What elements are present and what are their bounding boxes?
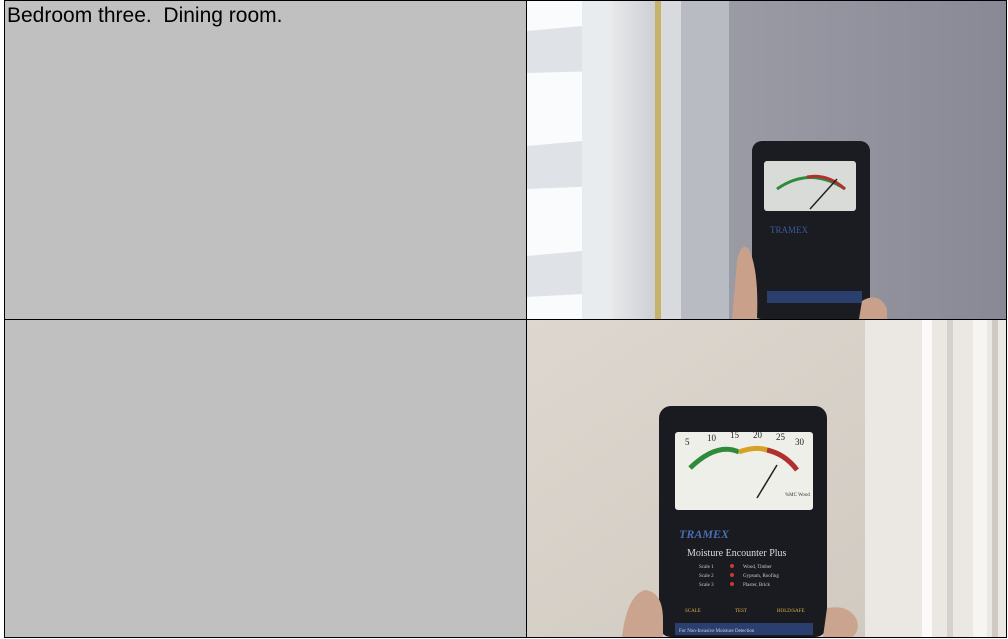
setting-label: Scale 1: [699, 565, 714, 570]
setting-value: Gypsum, Roofing: [743, 574, 779, 579]
scale-label: 15: [730, 430, 740, 440]
caption-text: Bedroom three. Dining room.: [7, 4, 283, 27]
meter-brand: TRAMEX: [770, 225, 809, 235]
setting-value: Wood, Timber: [743, 565, 772, 570]
scale-label: 30: [795, 437, 805, 447]
meter-photo-1: TRAMEX: [527, 1, 1006, 319]
setting-label: Scale 2: [699, 574, 714, 579]
table-row: 5 10 15 20 25 30 %MC Wood TRAMEX Moistur…: [5, 320, 1006, 637]
scale-box-label: %MC Wood: [785, 493, 810, 498]
meter-button-label: TEST: [735, 609, 747, 614]
meter-brand: TRAMEX: [679, 527, 730, 541]
scale-label: 10: [707, 433, 717, 443]
scale-label: 25: [776, 432, 786, 442]
meter-button-label: HOLD/SAFE: [777, 609, 805, 614]
meter-button-label: SCALE: [685, 609, 701, 614]
caption-cell: [5, 320, 527, 637]
scale-label: 5: [685, 437, 690, 447]
photo-dining-room: 5 10 15 20 25 30 %MC Wood TRAMEX Moistur…: [527, 320, 1006, 637]
meter-footer: For Non-Invasive Moisture Detection: [679, 629, 755, 634]
setting-value: Plaster, Brick: [743, 583, 771, 588]
setting-label: Scale 3: [699, 583, 714, 588]
meter-model: Moisture Encounter Plus: [687, 548, 787, 559]
caption-cell: Bedroom three. Dining room.: [5, 1, 527, 319]
document-table: Bedroom three. Dining room. TRAMEX 5 10 …: [4, 0, 1007, 638]
scale-label: 20: [753, 430, 763, 440]
photo-bedroom-three: TRAMEX: [527, 1, 1006, 319]
table-row: Bedroom three. Dining room. TRAMEX: [5, 1, 1006, 320]
meter-photo-2: 5 10 15 20 25 30 %MC Wood TRAMEX Moistur…: [527, 320, 1006, 637]
